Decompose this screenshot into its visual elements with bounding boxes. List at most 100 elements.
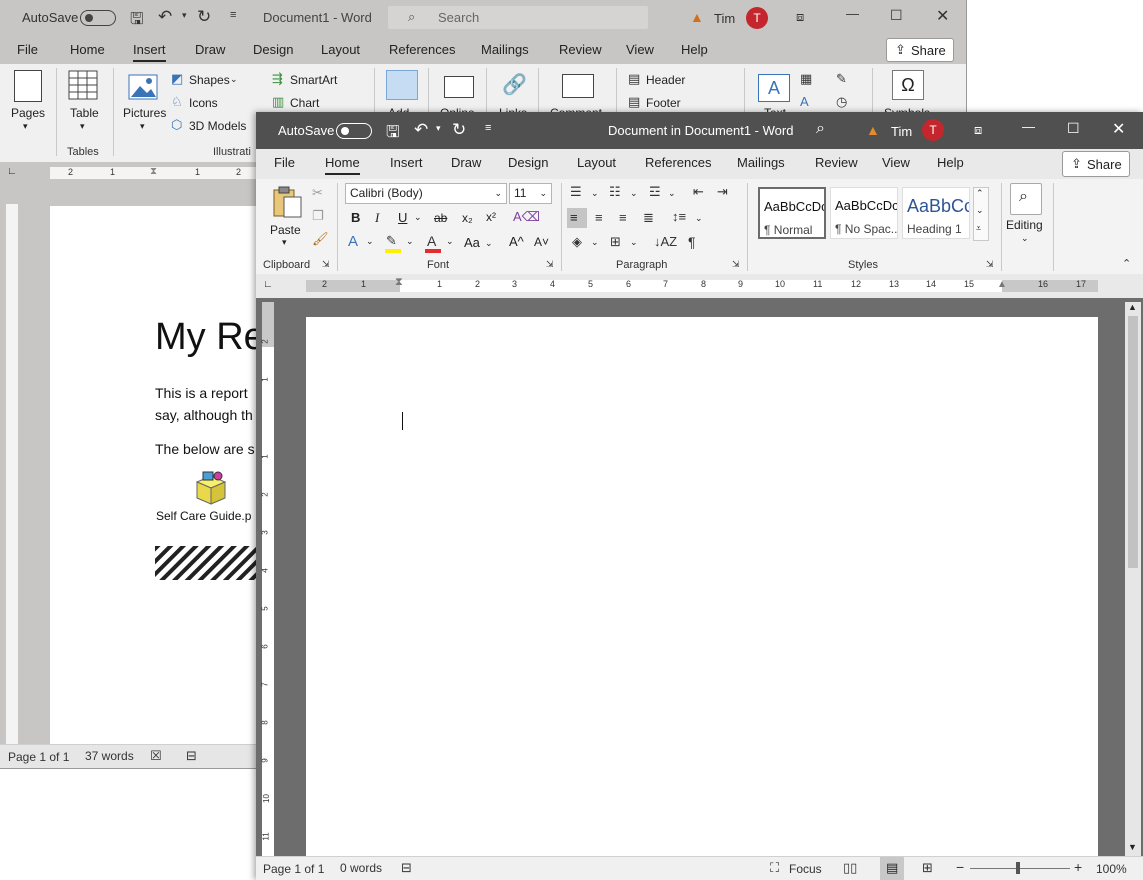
close-icon[interactable]: ✕ [936, 6, 949, 26]
more-styles-icon[interactable]: ⩡ [976, 223, 981, 234]
tab-mailings[interactable]: Mailings [737, 155, 785, 170]
tab-home[interactable]: Home [325, 155, 360, 175]
tab-view[interactable]: View [882, 155, 910, 170]
tab-help[interactable]: Help [681, 42, 708, 57]
pictures-dropdown-icon[interactable]: ▾ [140, 121, 145, 132]
numbering-icon[interactable]: ☷ [609, 184, 621, 200]
online-video-icon[interactable] [444, 76, 474, 98]
tab-layout[interactable]: Layout [321, 42, 360, 57]
copy-icon[interactable]: ❐ [312, 208, 324, 224]
indent-marker-icon[interactable]: ⧗ [150, 166, 157, 177]
proofing-icon[interactable]: ☒ [150, 748, 162, 764]
tab-file[interactable]: File [274, 155, 295, 170]
borders-dropdown-icon[interactable]: ⌄ [630, 237, 638, 248]
pages-dropdown-icon[interactable]: ▾ [23, 121, 28, 132]
table-label[interactable]: Table [70, 106, 99, 120]
strikethrough-button[interactable]: ab [434, 211, 447, 225]
avatar[interactable]: T [922, 119, 944, 141]
cut-icon[interactable]: ✂ [312, 185, 323, 201]
warning-icon[interactable]: ▲ [866, 122, 880, 138]
zoom-level[interactable]: 100% [1096, 862, 1127, 876]
user-name[interactable]: Tim [714, 11, 735, 26]
shading-dropdown-icon[interactable]: ⌄ [591, 237, 599, 248]
font-name-dropdown[interactable]: Calibri (Body) ⌄ [345, 183, 507, 204]
borders-icon[interactable]: ⊞ [610, 234, 621, 250]
shrink-font-button[interactable]: A˅ [534, 235, 549, 249]
web-layout-icon[interactable]: ⊞ [922, 860, 933, 876]
search-box[interactable]: ⌕ Search [388, 6, 648, 29]
italic-button[interactable]: I [375, 210, 379, 226]
tab-draw[interactable]: Draw [195, 42, 225, 57]
word-count[interactable]: 0 words [340, 861, 382, 875]
avatar[interactable]: T [746, 7, 768, 29]
underline-dropdown-icon[interactable]: ⌄ [414, 212, 422, 223]
paragraph-launcher-icon[interactable]: ⇲ [732, 259, 740, 270]
accessibility-icon[interactable]: ⊟ [401, 860, 412, 876]
highlight-icon[interactable]: ✎ [386, 233, 397, 249]
search-icon[interactable]: ⌕ [816, 120, 825, 138]
font-launcher-icon[interactable]: ⇲ [546, 259, 554, 270]
3d-models-button[interactable]: 3D Models [189, 119, 246, 133]
attachment-label[interactable]: Self Care Guide.p [156, 509, 251, 523]
line-spacing-icon[interactable]: ↕≡ [672, 209, 686, 224]
word-count[interactable]: 37 words [85, 749, 134, 763]
tab-review[interactable]: Review [559, 42, 602, 57]
tab-layout[interactable]: Layout [577, 155, 616, 170]
zoom-slider-track[interactable] [970, 868, 1070, 869]
multilevel-list-icon[interactable]: ☲ [649, 184, 661, 200]
font-color-dropdown-icon[interactable]: ⌄ [446, 236, 454, 247]
wordart-icon[interactable]: A [800, 94, 809, 109]
change-case-dropdown-icon[interactable]: ⌄ [485, 238, 493, 249]
header-button[interactable]: Header [646, 73, 685, 87]
change-case-button[interactable]: Aa [464, 235, 480, 250]
autosave-toggle[interactable]: #front .toggle::after{background:#fff;} [336, 123, 372, 139]
share-button[interactable]: ⇪ Share [1062, 151, 1130, 177]
style-normal[interactable]: AaBbCcDc ¶ Normal [758, 187, 826, 239]
zoom-in-button[interactable]: + [1074, 859, 1082, 875]
multilevel-dropdown-icon[interactable]: ⌄ [668, 188, 676, 199]
tab-help[interactable]: Help [937, 155, 964, 170]
justify-icon[interactable]: ≣ [643, 210, 654, 226]
vertical-scrollbar[interactable]: ▲ ▼ [1125, 302, 1141, 856]
undo-icon[interactable]: ↶ [414, 120, 428, 140]
text-box-icon[interactable]: A [758, 74, 790, 102]
numbering-dropdown-icon[interactable]: ⌄ [630, 188, 638, 199]
warning-icon[interactable]: ▲ [690, 9, 704, 25]
zoom-out-button[interactable]: − [956, 859, 964, 875]
page-count[interactable]: Page 1 of 1 [263, 862, 324, 876]
scroll-down-icon[interactable]: ▼ [1128, 842, 1137, 852]
clipboard-launcher-icon[interactable]: ⇲ [322, 259, 330, 270]
tab-insert[interactable]: Insert [133, 42, 166, 62]
collapse-ribbon-icon[interactable]: ⌃ [1122, 257, 1131, 270]
table-icon[interactable] [68, 70, 98, 100]
smartart-button[interactable]: SmartArt [290, 73, 337, 87]
autosave-toggle[interactable]: #back .toggle::after{background:#444;} [80, 10, 116, 26]
styles-gallery-scroller[interactable]: ⌃ ⌄ ⩡ [973, 187, 989, 241]
align-left-button[interactable]: ≡ [567, 208, 587, 228]
customize-qat-icon[interactable]: ≡ [230, 9, 236, 21]
editing-label[interactable]: Editing [1006, 218, 1043, 232]
date-time-icon[interactable]: ◷ [836, 94, 847, 110]
right-indent-marker-icon[interactable]: ▲ [997, 279, 1007, 290]
align-center-icon[interactable]: ≡ [595, 210, 603, 225]
pictures-label[interactable]: Pictures [123, 106, 166, 120]
undo-icon[interactable]: ↶ [158, 7, 172, 27]
chevron-down-icon[interactable]: ⌄ [976, 205, 984, 216]
tab-design[interactable]: Design [508, 155, 548, 170]
icons-button[interactable]: Icons [189, 96, 218, 110]
tab-view[interactable]: View [626, 42, 654, 57]
style-no-spacing[interactable]: AaBbCcDc ¶ No Spac... [830, 187, 898, 239]
vertical-ruler[interactable] [6, 204, 18, 744]
undo-dropdown-icon[interactable]: ▾ [436, 123, 441, 134]
shapes-dropdown-icon[interactable]: ⌄ [230, 74, 238, 85]
close-icon[interactable]: ✕ [1112, 119, 1125, 139]
increase-indent-icon[interactable]: ⇥ [717, 184, 728, 200]
align-right-icon[interactable]: ≡ [619, 210, 627, 225]
document-page[interactable] [306, 317, 1098, 857]
redo-icon[interactable]: ↻ [197, 7, 211, 27]
tab-file[interactable]: File [17, 42, 38, 57]
editing-dropdown-icon[interactable]: ⌄ [1021, 233, 1029, 244]
horizontal-ruler[interactable]: ∟ 2 1 1 2 3 4 5 6 7 8 9 10 11 12 13 14 1… [256, 274, 1143, 298]
signature-icon[interactable]: ✎ [836, 71, 847, 87]
text-effects-icon[interactable]: A [348, 233, 358, 250]
